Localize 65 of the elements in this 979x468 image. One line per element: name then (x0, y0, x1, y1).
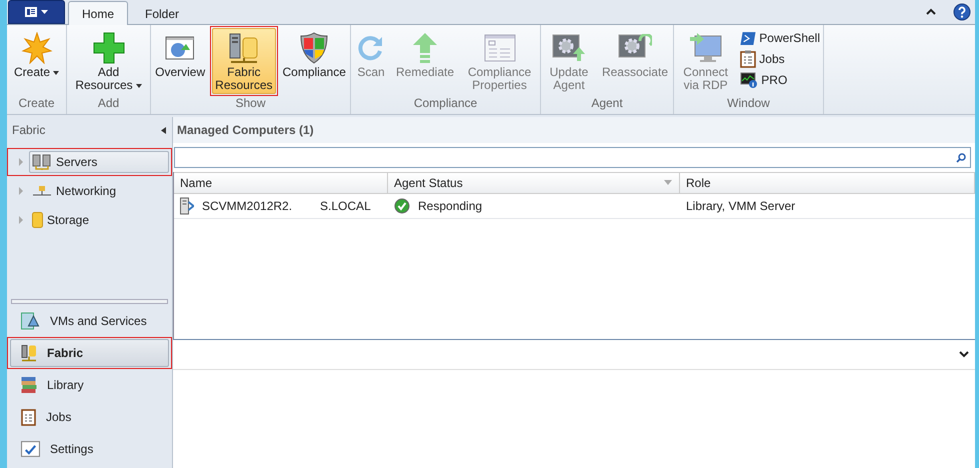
workspace-button[interactable]: Jobs (10, 403, 169, 431)
workspace-button[interactable]: Library (10, 371, 169, 399)
star-icon (20, 32, 52, 64)
view-title: Managed Computers (1) (173, 117, 975, 143)
chart-window-icon (165, 36, 196, 60)
server-storage-icon (21, 344, 37, 362)
collapse-ribbon-icon[interactable] (926, 8, 936, 15)
help-icon[interactable] (953, 3, 971, 21)
pane-title: Fabric (12, 123, 46, 137)
search-field[interactable] (174, 147, 971, 168)
table-cell: S.LOCAL (320, 199, 371, 213)
dropdown-caret-icon (136, 84, 142, 88)
checkbox-window-icon (21, 441, 40, 457)
window-triangle-icon (21, 312, 40, 330)
ribbon-button[interactable]: Jobs (737, 49, 823, 69)
tree-item[interactable]: Networking (29, 180, 169, 202)
server-storage-icon (228, 33, 259, 63)
ribbon-button[interactable]: Overview (152, 28, 208, 81)
form-window-icon (484, 34, 516, 62)
group-label: Compliance (414, 96, 478, 112)
column-header[interactable]: Role (680, 173, 975, 193)
group-label: Add (98, 96, 120, 112)
ribbon-button[interactable]: Create (10, 28, 62, 81)
search-icon[interactable] (956, 152, 966, 162)
network-icon (32, 186, 52, 196)
check-icon (394, 198, 410, 214)
monitor-arrow-icon (690, 33, 722, 63)
workspace-button[interactable]: Settings (10, 435, 169, 463)
table-cell: SCVMM2012R2. (202, 199, 292, 213)
workspace-button[interactable]: VMs and Services (10, 307, 169, 335)
column-header[interactable]: Name (174, 173, 388, 193)
tree-item[interactable]: Storage (29, 209, 169, 231)
group-label: Window (727, 96, 770, 112)
monitor-chart-icon (740, 72, 758, 88)
ribbon-button[interactable]: PRO (737, 70, 823, 90)
dropdown-caret-icon (53, 70, 60, 75)
shield-icon (300, 32, 328, 64)
ribbon-button[interactable]: Fabric Resources (212, 28, 276, 94)
refresh-icon (358, 35, 384, 61)
tree-item[interactable]: Servers (29, 151, 169, 173)
clipboard-icon (21, 408, 36, 426)
group-label: Agent (591, 96, 623, 112)
group-label: Show (235, 96, 266, 112)
books-icon (21, 377, 37, 393)
gear-monitor-icon (552, 34, 586, 62)
workspace-button[interactable]: Fabric (10, 339, 169, 367)
menu-icon (24, 6, 50, 18)
table-cell: Responding (418, 199, 482, 213)
ribbon-button[interactable]: Add Resources (69, 28, 148, 94)
group-label: Create (18, 96, 55, 112)
ribbon-tab[interactable]: Folder (131, 1, 194, 25)
expand-chevron-icon[interactable] (959, 351, 969, 358)
ribbon-button[interactable]: PowerShell (737, 28, 823, 48)
plus-icon (92, 32, 124, 64)
table-cell: Library, VMM Server (686, 199, 796, 213)
app-menu-button[interactable] (8, 0, 65, 24)
servers-icon (32, 154, 52, 170)
cylinder-icon (32, 212, 43, 228)
ribbon-tab[interactable]: Home (68, 1, 128, 25)
ribbon-button[interactable]: Compliance (280, 28, 349, 81)
up-arrow-icon (413, 33, 438, 63)
clipboard-icon (740, 50, 756, 68)
server-icon (180, 197, 194, 215)
terminal-icon (740, 31, 756, 45)
collapse-pane-icon[interactable] (161, 126, 166, 134)
